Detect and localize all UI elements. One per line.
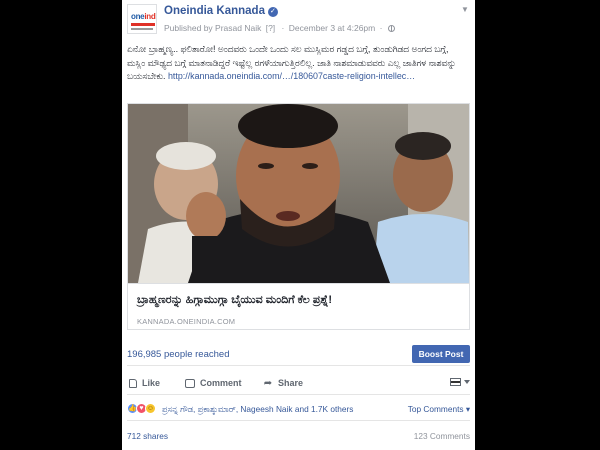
comment-icon (185, 378, 195, 388)
preview-photo (128, 104, 469, 283)
chevron-down-icon[interactable]: ▼ (460, 6, 470, 14)
boost-post-button[interactable]: Boost Post (412, 345, 470, 363)
reach-row: 196,985 people reached Boost Post (127, 340, 470, 366)
counts-row: 712 shares 123 Comments (127, 425, 470, 445)
comment-label: Comment (200, 378, 242, 388)
post-header: oneindia Oneindia Kannada✓ Published by … (127, 4, 470, 40)
reaction-names[interactable]: ಪ್ರಸನ್ನ ಗೌಡ, ಪ್ರಕಾಶ್ಕುಮಾರ್, Nageesh Naik… (162, 404, 353, 415)
page-avatar[interactable]: oneindia (127, 4, 157, 34)
reactions-row: 👍 ♥ ☺ ಪ್ರಸನ್ನ ಗೌಡ, ಪ್ರಕಾಶ್ಕುಮಾರ್, Nagees… (127, 399, 470, 421)
avatar-logo-bar-small (131, 28, 153, 30)
share-arrow-icon: ➦ (263, 377, 273, 389)
haha-reaction-icon: ☺ (145, 403, 156, 414)
comments-count[interactable]: 123 Comments (414, 431, 470, 441)
comment-button[interactable]: Comment (185, 378, 242, 388)
share-label: Share (278, 378, 304, 388)
facebook-post: oneindia Oneindia Kannada✓ Published by … (122, 0, 475, 450)
avatar-logo-bar (131, 23, 155, 26)
top-comments-dropdown[interactable]: Top Comments ▾ (408, 404, 470, 414)
like-label: Like (142, 378, 161, 388)
page-name-link[interactable]: Oneindia Kannada ✓ (164, 5, 278, 17)
share-button[interactable]: ➦ Share (263, 378, 303, 388)
reaction-icons[interactable]: 👍 ♥ ☺ (127, 403, 156, 414)
thumbs-up-icon (129, 378, 137, 388)
post-actions: Like Comment ➦ Share (127, 373, 470, 395)
globe-icon[interactable] (387, 25, 395, 32)
link-preview-body[interactable]: ಬ್ರಾಹ್ಮಣರನ್ನು ಹಿಗ್ಗಾಮುಗ್ಗಾ ಬೈಯುವ ಮಂದಿಗೆ … (128, 283, 469, 329)
page-name[interactable]: Oneindia Kannada (164, 5, 265, 17)
post-meta: Published by Prasad Naik [?] · December … (164, 23, 395, 33)
post-text: ಏನೋ ಬ್ರಾಹ್ಮಣ್ಯ.. ಫಲಿತಾರೋ! ಅಂದವರು ಒಂದೇ ಒಂ… (127, 43, 467, 84)
people-reached[interactable]: 196,985 people reached (127, 349, 229, 360)
like-button[interactable]: Like (129, 378, 160, 388)
verified-badge-icon: ✓ (267, 7, 278, 17)
link-preview-domain: KANNADA.ONEINDIA.COM (137, 317, 236, 326)
link-preview-image[interactable] (128, 104, 469, 283)
post-link[interactable]: http://kannada.oneindia.com/…/180607cast… (168, 71, 415, 81)
published-marker[interactable]: [?] (266, 23, 275, 33)
shares-count[interactable]: 712 shares (127, 431, 168, 441)
caret-down-icon (464, 380, 470, 384)
audience-selector[interactable] (450, 378, 470, 386)
published-by[interactable]: Published by Prasad Naik (164, 23, 261, 33)
avatar-logo: oneindia (131, 12, 156, 21)
link-preview-title[interactable]: ಬ್ರಾಹ್ಮಣರನ್ನು ಹಿಗ್ಗಾಮುಗ್ಗಾ ಬೈಯುವ ಮಂದಿಗೆ … (137, 294, 332, 307)
link-preview-card[interactable]: ಬ್ರಾಹ್ಮಣರನ್ನು ಹಿಗ್ಗಾಮುಗ್ಗಾ ಬೈಯುವ ಮಂದಿಗೆ … (127, 103, 470, 330)
post-timestamp[interactable]: December 3 at 4:26pm (289, 23, 375, 33)
flag-icon (450, 378, 461, 386)
